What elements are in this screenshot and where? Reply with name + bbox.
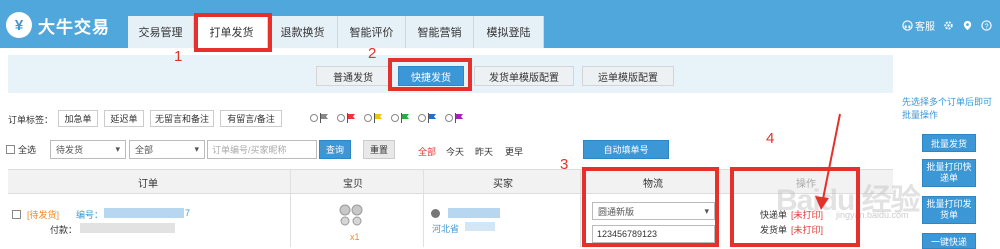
buyer-name-redacted[interactable]: [448, 208, 500, 218]
flag-option-green[interactable]: [391, 113, 410, 123]
column-header-buyer: 买家: [493, 179, 513, 190]
batch-print-express-button[interactable]: 批量打印快递单: [922, 159, 976, 187]
buyer-region: 河北省: [432, 224, 460, 234]
tag-delayed[interactable]: 延迟单: [104, 110, 144, 127]
select-all[interactable]: 全选: [6, 143, 36, 156]
tab-trade-management[interactable]: 交易管理: [128, 16, 194, 48]
chevron-down-icon: ▾: [115, 144, 120, 154]
item-quantity: x1: [350, 232, 360, 242]
annotation-number-4: 4: [766, 130, 775, 147]
row-checkbox[interactable]: [12, 210, 21, 219]
chevron-down-icon: ▾: [194, 144, 199, 154]
subnav-waybill-template[interactable]: 运单模版配置: [582, 66, 674, 86]
category-select[interactable]: 全部 ▾: [129, 140, 205, 159]
headset-icon: [902, 20, 913, 31]
payment-redacted: [80, 223, 175, 233]
radio-icon: [310, 114, 318, 122]
flag-icon: [455, 113, 463, 123]
time-filter-all[interactable]: 全部: [418, 145, 436, 158]
tab-simulated-login[interactable]: 模拟登陆: [474, 16, 544, 48]
tab-refund-exchange[interactable]: 退款换货: [268, 16, 338, 48]
tab-smart-review[interactable]: 智能评价: [338, 16, 406, 48]
flag-icon: [320, 113, 328, 123]
batch-ship-button[interactable]: 批量发货: [922, 134, 976, 152]
payment-label: 付款：: [50, 225, 78, 235]
flag-icon: [374, 113, 382, 123]
svg-text:?: ?: [984, 21, 988, 30]
flag-option-purple[interactable]: [445, 113, 464, 123]
annotation-number-1: 1: [174, 48, 183, 65]
radio-icon: [337, 114, 345, 122]
app-title: 大牛交易: [38, 17, 110, 37]
flag-filters: [310, 113, 464, 123]
tab-smart-marketing[interactable]: 智能营销: [406, 16, 474, 48]
annotation-box-3: [582, 167, 719, 247]
column-divider: [423, 169, 424, 247]
service-link[interactable]: 客服: [902, 18, 935, 33]
product-thumbnail[interactable]: [336, 201, 366, 227]
checkbox-icon[interactable]: [6, 145, 15, 154]
column-divider: [580, 169, 581, 247]
time-filter-earlier[interactable]: 更早: [505, 145, 523, 158]
location-icon[interactable]: [962, 20, 973, 31]
column-header-item: 宝贝: [343, 179, 363, 190]
tag-urgent[interactable]: 加急单: [58, 110, 98, 127]
flag-icon: [428, 113, 436, 123]
tags-label: 订单标签：: [8, 115, 54, 125]
radio-icon: [418, 114, 426, 122]
radio-icon: [391, 114, 399, 122]
batch-print-invoice-button[interactable]: 批量打印发货单: [922, 196, 976, 224]
flag-icon: [401, 113, 409, 123]
query-button[interactable]: 查询: [319, 140, 351, 159]
annotation-number-2: 2: [368, 45, 377, 62]
order-number-tail: 7: [185, 208, 191, 218]
status-select[interactable]: 待发货 ▾: [50, 140, 126, 159]
annotation-arrow-icon: [815, 113, 841, 210]
flag-option-red[interactable]: [337, 113, 356, 123]
tag-no-message[interactable]: 无留言和备注: [150, 110, 214, 127]
flag-option-yellow[interactable]: [364, 113, 383, 123]
time-filter-yesterday[interactable]: 昨天: [475, 145, 493, 158]
logo-mark-icon: ¥: [6, 12, 32, 38]
order-number-label: 编号：: [76, 210, 104, 220]
flag-option-gray[interactable]: [310, 113, 329, 123]
annotation-box-1: [194, 13, 272, 52]
header-actions: 客服 ?: [902, 18, 992, 33]
help-icon[interactable]: ?: [981, 20, 992, 31]
subnav-invoice-template[interactable]: 发货单模版配置: [474, 66, 574, 86]
order-status: [待发货]: [27, 210, 60, 220]
auto-fill-number-button[interactable]: 自动填单号: [583, 140, 669, 159]
annotation-box-2: [388, 58, 472, 91]
gear-icon[interactable]: [943, 20, 954, 31]
buyer-avatar-icon: [431, 209, 440, 218]
column-header-order: 订单: [138, 179, 158, 190]
radio-icon: [364, 114, 372, 122]
subnav-normal-ship[interactable]: 普通发货: [316, 66, 390, 86]
column-divider: [290, 169, 291, 247]
flag-icon: [347, 113, 355, 123]
radio-icon: [445, 114, 453, 122]
buyer-address-redacted: [465, 222, 495, 231]
order-number-redacted: [104, 208, 184, 218]
batch-hint: 先选择多个订单后即可批量操作: [902, 97, 993, 120]
tag-has-message[interactable]: 有留言/备注: [220, 110, 282, 127]
app-logo[interactable]: ¥ 大牛交易: [6, 10, 146, 40]
reset-button[interactable]: 重置: [363, 140, 395, 159]
annotation-number-3: 3: [560, 156, 569, 173]
time-filter-today[interactable]: 今天: [446, 145, 464, 158]
flag-option-blue[interactable]: [418, 113, 437, 123]
search-input[interactable]: 订单编号/买家昵称: [207, 140, 317, 159]
